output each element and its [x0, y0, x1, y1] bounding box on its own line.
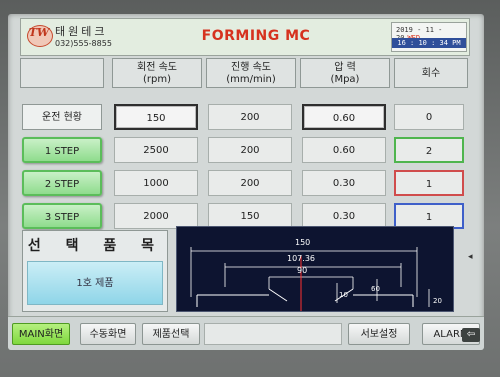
- page-title: FORMING MC: [201, 28, 311, 44]
- step-2-button[interactable]: 2 STEP: [22, 170, 102, 196]
- status-count-value: 0: [394, 104, 464, 130]
- column-header-rpm-unit: (rpm): [142, 74, 171, 85]
- step-1-button[interactable]: 1 STEP: [22, 137, 102, 163]
- column-header-count: 회수: [394, 58, 468, 88]
- manual-screen-button[interactable]: 수동화면: [80, 323, 136, 345]
- step-2-rpm-input[interactable]: 1000: [114, 170, 198, 196]
- step-1-pressure-input[interactable]: 0.60: [302, 137, 386, 163]
- column-header-pressure: 압 력 (Mpa): [300, 58, 390, 88]
- status-pressure-value: 0.60: [302, 104, 386, 130]
- main-screen-button[interactable]: MAIN화면: [12, 323, 70, 345]
- step-2-pressure-input[interactable]: 0.30: [302, 170, 386, 196]
- column-header-speed-label: 진행 속도: [231, 62, 271, 73]
- column-header-speed: 진행 속도 (mm/min): [206, 58, 296, 88]
- step-2-count-input[interactable]: 1: [394, 170, 464, 196]
- column-header-pressure-unit: (Mpa): [330, 74, 360, 85]
- time-text: 16 : 10 : 34 PM: [392, 38, 466, 48]
- column-header-rpm-label: 회전 속도: [137, 62, 177, 73]
- selected-product-name[interactable]: 1호 제품: [27, 261, 163, 305]
- drawing-part-outline: [196, 288, 414, 307]
- dim-angle-label: 60: [371, 285, 380, 293]
- step-1-speed-input[interactable]: 200: [208, 137, 292, 163]
- servo-settings-button[interactable]: 서보설정: [348, 323, 410, 345]
- part-drawing-svg: 150 107.36 90 10 60 20: [190, 238, 442, 311]
- selected-product-title: 선 택 품 목: [27, 238, 165, 254]
- row-label-status: 운전 현황: [22, 104, 102, 130]
- product-select-button[interactable]: 제품선택: [142, 323, 200, 345]
- status-rpm-value: 150: [114, 104, 198, 130]
- logo-icon: TW: [28, 26, 50, 39]
- column-header-rpm: 회전 속도 (rpm): [112, 58, 202, 88]
- dim-small-label: 10: [339, 291, 348, 299]
- column-header-pressure-label: 압 력: [334, 62, 356, 73]
- status-speed-value: 200: [208, 104, 292, 130]
- company-name: 태원테크: [55, 25, 108, 38]
- datetime-display: 2019 - 11 - 20WED 16 : 10 : 34 PM: [391, 22, 467, 52]
- back-arrow-icon[interactable]: ⇦: [462, 328, 480, 342]
- column-header-count-label: 회수: [421, 68, 441, 79]
- footer-bar: MAIN화면 수동화면 제품선택 서보설정 ALARM: [8, 316, 484, 350]
- dim-height-label: 20: [433, 297, 442, 305]
- step-3-button[interactable]: 3 STEP: [22, 203, 102, 229]
- step-1-count-input[interactable]: 2: [394, 137, 464, 163]
- step-1-rpm-input[interactable]: 2500: [114, 137, 198, 163]
- company-logo-block: TW 태원테크 032)555-8855: [27, 23, 129, 51]
- header-bar: TW 태원테크 032)555-8855 FORMING MC 2019 - 1…: [20, 18, 470, 56]
- dim-outer-label: 150: [295, 238, 310, 247]
- dim-inner-label: 107.36: [287, 254, 315, 263]
- dim-center-label: 90: [297, 266, 307, 275]
- company-phone: 032)555-8855: [55, 39, 112, 48]
- part-drawing: 150 107.36 90 10 60 20: [176, 226, 454, 312]
- footer-message-bar: [204, 323, 342, 345]
- side-arrow-icon[interactable]: ◂: [468, 252, 473, 262]
- hmi-screen: TW 태원테크 032)555-8855 FORMING MC 2019 - 1…: [8, 14, 484, 350]
- process-table: 회전 속도 (rpm) 진행 속도 (mm/min) 압 력 (Mpa) 회수 …: [20, 58, 468, 236]
- column-header-speed-unit: (mm/min): [226, 74, 276, 85]
- table-corner-header: [20, 58, 104, 88]
- selected-product-panel: 선 택 품 목 1호 제품: [22, 230, 168, 312]
- step-2-speed-input[interactable]: 200: [208, 170, 292, 196]
